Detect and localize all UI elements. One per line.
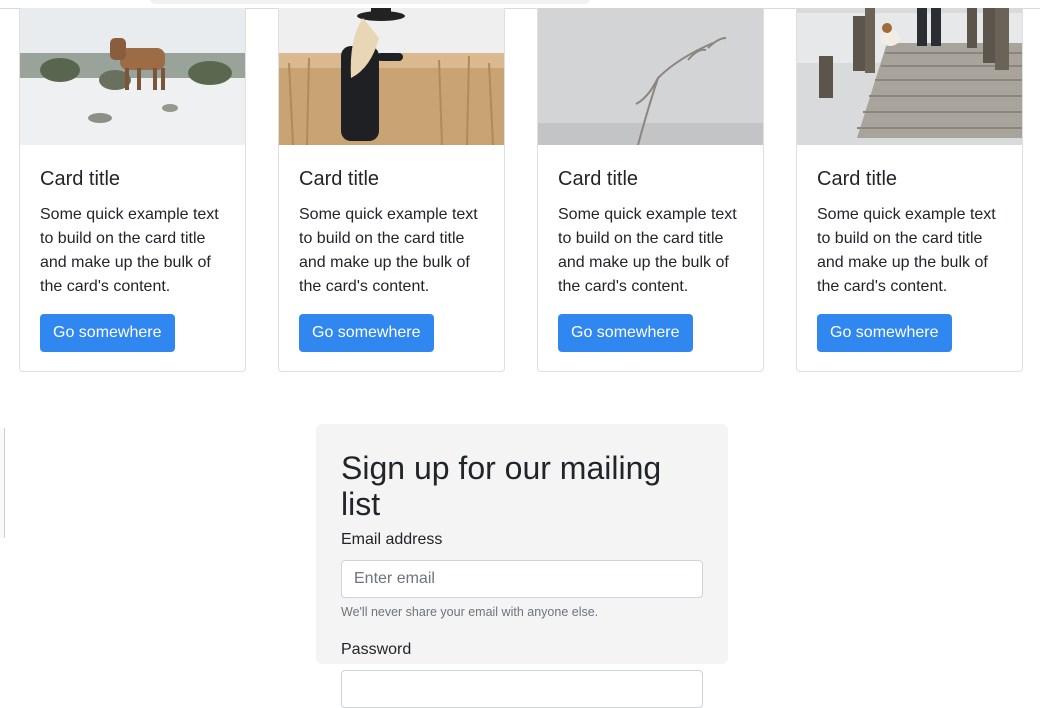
window-edge bbox=[0, 428, 5, 538]
go-somewhere-button[interactable]: Go somewhere bbox=[299, 314, 434, 352]
password-label: Password bbox=[341, 641, 412, 658]
password-field[interactable] bbox=[341, 670, 703, 708]
email-help-text: We'll never share your email with anyone… bbox=[341, 605, 599, 619]
horse-in-snow-image bbox=[20, 8, 245, 145]
card-title: Card title bbox=[558, 168, 639, 190]
card: Card title Some quick example text to bu… bbox=[278, 8, 505, 372]
address-bar-edge bbox=[150, 0, 590, 4]
card: Card title Some quick example text to bu… bbox=[19, 8, 246, 372]
form-title: Sign up for our mailing list bbox=[341, 450, 662, 522]
card-title: Card title bbox=[817, 168, 898, 190]
email-label: Email address bbox=[341, 531, 443, 548]
card-text: Some quick example text to build on the … bbox=[40, 206, 219, 295]
card-title: Card title bbox=[299, 168, 380, 190]
go-somewhere-button[interactable]: Go somewhere bbox=[40, 314, 175, 352]
mailing-list-form: Sign up for our mailing list Email addre… bbox=[316, 424, 728, 708]
card-text: Some quick example text to build on the … bbox=[558, 206, 737, 295]
card-text: Some quick example text to build on the … bbox=[299, 206, 478, 295]
go-somewhere-button[interactable]: Go somewhere bbox=[558, 314, 693, 352]
card: Card title Some quick example text to bu… bbox=[796, 8, 1023, 372]
bare-tree-image bbox=[538, 8, 763, 145]
email-field[interactable] bbox=[341, 560, 703, 598]
wooden-pier-image bbox=[797, 8, 1022, 145]
woman-in-field-image bbox=[279, 8, 504, 145]
go-somewhere-button[interactable]: Go somewhere bbox=[817, 314, 952, 352]
card-title: Card title bbox=[40, 168, 121, 190]
card: Card title Some quick example text to bu… bbox=[537, 8, 764, 372]
card-text: Some quick example text to build on the … bbox=[817, 206, 996, 295]
